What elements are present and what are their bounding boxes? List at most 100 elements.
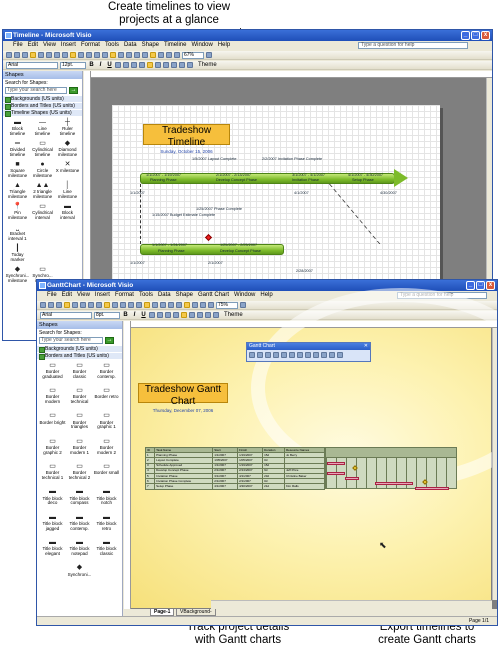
align-center-icon[interactable] (123, 62, 129, 68)
line-weight-icon[interactable] (171, 62, 177, 68)
shape-item[interactable]: — Line timeline (30, 119, 55, 140)
shape-item[interactable]: ▭ Border contemp. (93, 362, 120, 383)
align-right-icon[interactable] (165, 312, 171, 318)
shape-item[interactable]: ▬ Title block classic (93, 539, 120, 560)
menu-item-tools[interactable]: Tools (139, 291, 153, 300)
zoom-select[interactable]: 75% (216, 301, 238, 309)
hyperlink-icon[interactable] (118, 52, 124, 58)
shape-item[interactable]: ═ Divided timeline (5, 140, 30, 161)
shape-item[interactable]: ▭ Border classic (66, 362, 93, 383)
link-tasks-icon[interactable] (281, 352, 287, 358)
stencil-backgrounds[interactable]: Backgrounds (US units) (3, 96, 82, 103)
indent-icon[interactable] (265, 352, 271, 358)
open-icon[interactable] (48, 302, 54, 308)
line-tool-icon[interactable] (158, 52, 164, 58)
shape-item[interactable]: ▬ Title block elegant (39, 539, 66, 560)
shape-item[interactable]: ▬ Title block jagged (39, 514, 66, 535)
menu-item-data[interactable]: Data (158, 291, 171, 300)
shape-item[interactable]: ▬ Title block contemp. (66, 514, 93, 535)
font-color-icon[interactable] (163, 62, 169, 68)
tab-vbackground-1[interactable]: VBackground-1 (176, 609, 216, 622)
font-select[interactable]: Arial (40, 311, 92, 319)
permission-icon[interactable] (64, 302, 70, 308)
theme-button[interactable]: Theme (198, 62, 217, 68)
bold-button[interactable]: B (88, 62, 95, 68)
shape-item[interactable]: ▬ Title block compass (66, 488, 93, 510)
shape-item[interactable] (55, 224, 80, 245)
italic-button[interactable]: I (131, 312, 138, 318)
pointer-icon[interactable] (168, 302, 174, 308)
open-icon[interactable] (14, 52, 20, 58)
format-painter-icon[interactable] (94, 52, 100, 58)
theme-button[interactable]: Theme (224, 312, 243, 318)
align-right-icon[interactable] (131, 62, 137, 68)
menu-item-format[interactable]: Format (81, 41, 100, 50)
align-left-icon[interactable] (149, 312, 155, 318)
spelling-icon[interactable] (88, 302, 94, 308)
text-icon[interactable] (150, 52, 156, 58)
scroll-to-task-icon[interactable] (297, 352, 303, 358)
maximize-button[interactable]: □ (476, 281, 485, 290)
close-button[interactable]: x (481, 31, 490, 40)
permission-icon[interactable] (30, 52, 36, 58)
connector-icon[interactable] (176, 302, 182, 308)
align-left-icon[interactable] (115, 62, 121, 68)
minimize-button[interactable]: _ (461, 31, 470, 40)
gantt-task-bar[interactable] (375, 482, 413, 485)
menu-item-shape[interactable]: Shape (142, 41, 159, 50)
config-icon[interactable] (337, 352, 343, 358)
zoom-out-icon[interactable] (174, 52, 180, 58)
maximize-button[interactable]: □ (471, 31, 480, 40)
text-icon[interactable] (184, 302, 190, 308)
justify-icon[interactable] (139, 62, 145, 68)
milestone-marker[interactable] (204, 233, 213, 242)
justify-icon[interactable] (173, 312, 179, 318)
hyperlink-icon[interactable] (152, 302, 158, 308)
menu-item-window[interactable]: Window (191, 41, 212, 50)
print-icon[interactable] (72, 302, 78, 308)
outdent-icon[interactable] (273, 352, 279, 358)
scroll-to-finish-icon[interactable] (329, 352, 335, 358)
line-color-icon[interactable] (155, 62, 161, 68)
table-row[interactable]: 7 Setup Phase 4/1/2007 4/30/2007 21d Kim Rall… (144, 483, 326, 490)
minimize-button[interactable]: _ (466, 281, 475, 290)
menu-item-shape[interactable]: Shape (176, 291, 193, 300)
italic-button[interactable]: I (97, 62, 104, 68)
shape-search-input[interactable]: Type your search here (5, 87, 67, 94)
fill-color-icon[interactable] (181, 312, 187, 318)
menu-item-file[interactable]: File (47, 291, 57, 300)
font-size-select[interactable]: 8pt. (94, 311, 120, 319)
line-ends-icon[interactable] (187, 62, 193, 68)
shape-item[interactable]: ▲ Triangle milestone (5, 182, 30, 203)
zoom-select[interactable]: 67% (182, 51, 204, 59)
pan-icon[interactable] (166, 52, 172, 58)
menu-item-help[interactable]: Help (260, 291, 272, 300)
menu-item-edit[interactable]: Edit (62, 291, 72, 300)
fill-color-icon[interactable] (147, 62, 153, 68)
shape-item[interactable]: ▭ Border small (93, 463, 120, 484)
new-icon[interactable] (40, 302, 46, 308)
save-icon[interactable] (22, 52, 28, 58)
line-pattern-icon[interactable] (213, 312, 219, 318)
copy-icon[interactable] (112, 302, 118, 308)
vertical-scrollbar[interactable] (492, 328, 497, 600)
shapes-icon[interactable] (160, 302, 166, 308)
shape-item[interactable] (55, 245, 80, 266)
shape-item[interactable]: 📍 Pin milestone (5, 203, 30, 224)
menu-item-view[interactable]: View (43, 41, 56, 50)
shape-item[interactable]: ▬ Block interval (55, 203, 80, 224)
menu-item-insert[interactable]: Insert (95, 291, 110, 300)
save-icon[interactable] (56, 302, 62, 308)
close-button[interactable]: x (486, 281, 495, 290)
cut-icon[interactable] (104, 302, 110, 308)
gantt-task-bar[interactable] (327, 462, 345, 465)
shape-item[interactable]: ▭ Border bright (39, 412, 66, 434)
gantt-task-bar[interactable] (327, 472, 345, 475)
shape-item[interactable]: ◆ Diamond milestone (55, 140, 80, 161)
pan-icon[interactable] (200, 302, 206, 308)
shape-item[interactable]: ⎵ Bracket interval 1 (5, 224, 30, 245)
line-tool-icon[interactable] (192, 302, 198, 308)
shape-item[interactable]: ┼ Ruler timeline (55, 119, 80, 140)
print-icon[interactable] (38, 52, 44, 58)
help-icon[interactable] (240, 302, 246, 308)
